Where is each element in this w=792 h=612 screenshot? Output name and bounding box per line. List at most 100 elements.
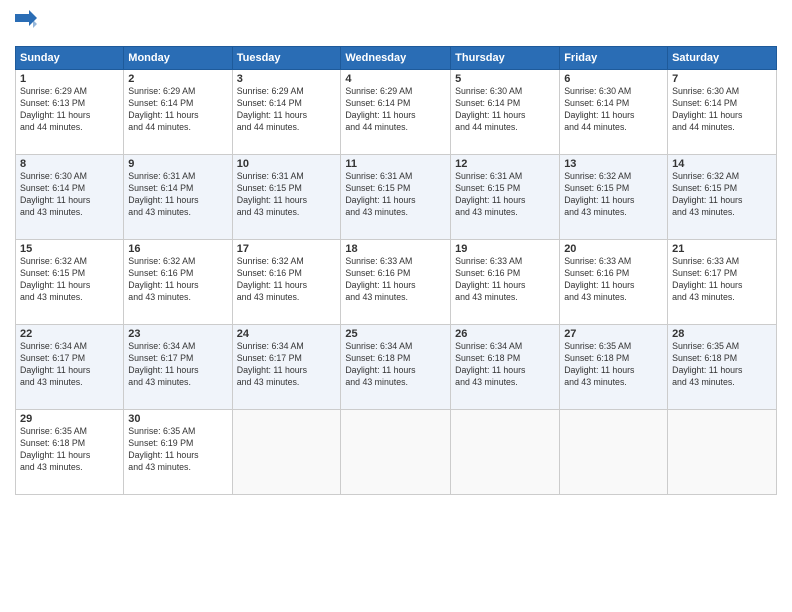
calendar-week-4: 22Sunrise: 6:34 AM Sunset: 6:17 PM Dayli…: [16, 325, 777, 410]
calendar-cell: 17Sunrise: 6:32 AM Sunset: 6:16 PM Dayli…: [232, 240, 341, 325]
day-number: 1: [20, 73, 119, 85]
calendar-cell: [668, 410, 777, 495]
day-number: 17: [237, 243, 337, 255]
calendar-cell: 5Sunrise: 6:30 AM Sunset: 6:14 PM Daylig…: [451, 70, 560, 155]
page: SundayMondayTuesdayWednesdayThursdayFrid…: [0, 0, 792, 612]
calendar-cell: 20Sunrise: 6:33 AM Sunset: 6:16 PM Dayli…: [560, 240, 668, 325]
header: [15, 10, 777, 38]
day-number: 20: [564, 243, 663, 255]
day-info: Sunrise: 6:29 AM Sunset: 6:14 PM Dayligh…: [237, 86, 337, 134]
calendar-cell: 12Sunrise: 6:31 AM Sunset: 6:15 PM Dayli…: [451, 155, 560, 240]
day-info: Sunrise: 6:35 AM Sunset: 6:18 PM Dayligh…: [672, 341, 772, 389]
day-info: Sunrise: 6:34 AM Sunset: 6:17 PM Dayligh…: [20, 341, 119, 389]
day-number: 2: [128, 73, 227, 85]
calendar-cell: 18Sunrise: 6:33 AM Sunset: 6:16 PM Dayli…: [341, 240, 451, 325]
day-info: Sunrise: 6:33 AM Sunset: 6:16 PM Dayligh…: [455, 256, 555, 304]
weekday-header-thursday: Thursday: [451, 47, 560, 70]
calendar-week-1: 1Sunrise: 6:29 AM Sunset: 6:13 PM Daylig…: [16, 70, 777, 155]
day-number: 30: [128, 413, 227, 425]
weekday-header-monday: Monday: [124, 47, 232, 70]
day-info: Sunrise: 6:32 AM Sunset: 6:16 PM Dayligh…: [237, 256, 337, 304]
day-info: Sunrise: 6:32 AM Sunset: 6:16 PM Dayligh…: [128, 256, 227, 304]
day-number: 19: [455, 243, 555, 255]
day-number: 27: [564, 328, 663, 340]
weekday-header-saturday: Saturday: [668, 47, 777, 70]
day-info: Sunrise: 6:30 AM Sunset: 6:14 PM Dayligh…: [455, 86, 555, 134]
day-number: 21: [672, 243, 772, 255]
day-number: 3: [237, 73, 337, 85]
day-info: Sunrise: 6:34 AM Sunset: 6:17 PM Dayligh…: [237, 341, 337, 389]
day-number: 24: [237, 328, 337, 340]
day-info: Sunrise: 6:32 AM Sunset: 6:15 PM Dayligh…: [672, 171, 772, 219]
calendar-cell: 29Sunrise: 6:35 AM Sunset: 6:18 PM Dayli…: [16, 410, 124, 495]
weekday-header-sunday: Sunday: [16, 47, 124, 70]
day-info: Sunrise: 6:32 AM Sunset: 6:15 PM Dayligh…: [564, 171, 663, 219]
calendar-cell: 30Sunrise: 6:35 AM Sunset: 6:19 PM Dayli…: [124, 410, 232, 495]
day-info: Sunrise: 6:34 AM Sunset: 6:18 PM Dayligh…: [455, 341, 555, 389]
day-info: Sunrise: 6:33 AM Sunset: 6:17 PM Dayligh…: [672, 256, 772, 304]
day-info: Sunrise: 6:34 AM Sunset: 6:17 PM Dayligh…: [128, 341, 227, 389]
calendar-cell: [451, 410, 560, 495]
day-number: 15: [20, 243, 119, 255]
day-info: Sunrise: 6:35 AM Sunset: 6:18 PM Dayligh…: [564, 341, 663, 389]
day-number: 9: [128, 158, 227, 170]
day-info: Sunrise: 6:29 AM Sunset: 6:13 PM Dayligh…: [20, 86, 119, 134]
day-info: Sunrise: 6:35 AM Sunset: 6:18 PM Dayligh…: [20, 426, 119, 474]
calendar-cell: 16Sunrise: 6:32 AM Sunset: 6:16 PM Dayli…: [124, 240, 232, 325]
calendar-cell: 2Sunrise: 6:29 AM Sunset: 6:14 PM Daylig…: [124, 70, 232, 155]
calendar-table: SundayMondayTuesdayWednesdayThursdayFrid…: [15, 46, 777, 495]
calendar-cell: 28Sunrise: 6:35 AM Sunset: 6:18 PM Dayli…: [668, 325, 777, 410]
calendar-cell: 13Sunrise: 6:32 AM Sunset: 6:15 PM Dayli…: [560, 155, 668, 240]
day-number: 5: [455, 73, 555, 85]
day-number: 8: [20, 158, 119, 170]
day-number: 25: [345, 328, 446, 340]
day-number: 4: [345, 73, 446, 85]
calendar-cell: 14Sunrise: 6:32 AM Sunset: 6:15 PM Dayli…: [668, 155, 777, 240]
calendar-cell: 24Sunrise: 6:34 AM Sunset: 6:17 PM Dayli…: [232, 325, 341, 410]
calendar-cell: 8Sunrise: 6:30 AM Sunset: 6:14 PM Daylig…: [16, 155, 124, 240]
day-number: 14: [672, 158, 772, 170]
day-number: 22: [20, 328, 119, 340]
logo-icon: [15, 10, 37, 38]
day-number: 11: [345, 158, 446, 170]
day-number: 26: [455, 328, 555, 340]
day-number: 29: [20, 413, 119, 425]
calendar-week-5: 29Sunrise: 6:35 AM Sunset: 6:18 PM Dayli…: [16, 410, 777, 495]
calendar-cell: [232, 410, 341, 495]
day-info: Sunrise: 6:30 AM Sunset: 6:14 PM Dayligh…: [20, 171, 119, 219]
day-info: Sunrise: 6:30 AM Sunset: 6:14 PM Dayligh…: [564, 86, 663, 134]
day-number: 28: [672, 328, 772, 340]
day-info: Sunrise: 6:29 AM Sunset: 6:14 PM Dayligh…: [128, 86, 227, 134]
day-info: Sunrise: 6:33 AM Sunset: 6:16 PM Dayligh…: [564, 256, 663, 304]
calendar-body: 1Sunrise: 6:29 AM Sunset: 6:13 PM Daylig…: [16, 70, 777, 495]
day-info: Sunrise: 6:29 AM Sunset: 6:14 PM Dayligh…: [345, 86, 446, 134]
day-info: Sunrise: 6:31 AM Sunset: 6:15 PM Dayligh…: [455, 171, 555, 219]
day-number: 7: [672, 73, 772, 85]
calendar-cell: 15Sunrise: 6:32 AM Sunset: 6:15 PM Dayli…: [16, 240, 124, 325]
calendar-cell: 27Sunrise: 6:35 AM Sunset: 6:18 PM Dayli…: [560, 325, 668, 410]
day-info: Sunrise: 6:34 AM Sunset: 6:18 PM Dayligh…: [345, 341, 446, 389]
day-number: 13: [564, 158, 663, 170]
calendar-cell: 1Sunrise: 6:29 AM Sunset: 6:13 PM Daylig…: [16, 70, 124, 155]
logo: [15, 10, 41, 38]
calendar-cell: 25Sunrise: 6:34 AM Sunset: 6:18 PM Dayli…: [341, 325, 451, 410]
day-number: 6: [564, 73, 663, 85]
calendar-cell: [341, 410, 451, 495]
day-info: Sunrise: 6:31 AM Sunset: 6:15 PM Dayligh…: [345, 171, 446, 219]
calendar-cell: 26Sunrise: 6:34 AM Sunset: 6:18 PM Dayli…: [451, 325, 560, 410]
day-number: 18: [345, 243, 446, 255]
calendar-week-2: 8Sunrise: 6:30 AM Sunset: 6:14 PM Daylig…: [16, 155, 777, 240]
weekday-header-friday: Friday: [560, 47, 668, 70]
calendar-cell: 6Sunrise: 6:30 AM Sunset: 6:14 PM Daylig…: [560, 70, 668, 155]
day-info: Sunrise: 6:32 AM Sunset: 6:15 PM Dayligh…: [20, 256, 119, 304]
calendar-cell: 22Sunrise: 6:34 AM Sunset: 6:17 PM Dayli…: [16, 325, 124, 410]
weekday-header-wednesday: Wednesday: [341, 47, 451, 70]
calendar-cell: 7Sunrise: 6:30 AM Sunset: 6:14 PM Daylig…: [668, 70, 777, 155]
calendar-cell: 19Sunrise: 6:33 AM Sunset: 6:16 PM Dayli…: [451, 240, 560, 325]
calendar-cell: [560, 410, 668, 495]
calendar-cell: 4Sunrise: 6:29 AM Sunset: 6:14 PM Daylig…: [341, 70, 451, 155]
day-number: 10: [237, 158, 337, 170]
day-info: Sunrise: 6:35 AM Sunset: 6:19 PM Dayligh…: [128, 426, 227, 474]
calendar-cell: 11Sunrise: 6:31 AM Sunset: 6:15 PM Dayli…: [341, 155, 451, 240]
calendar-cell: 10Sunrise: 6:31 AM Sunset: 6:15 PM Dayli…: [232, 155, 341, 240]
